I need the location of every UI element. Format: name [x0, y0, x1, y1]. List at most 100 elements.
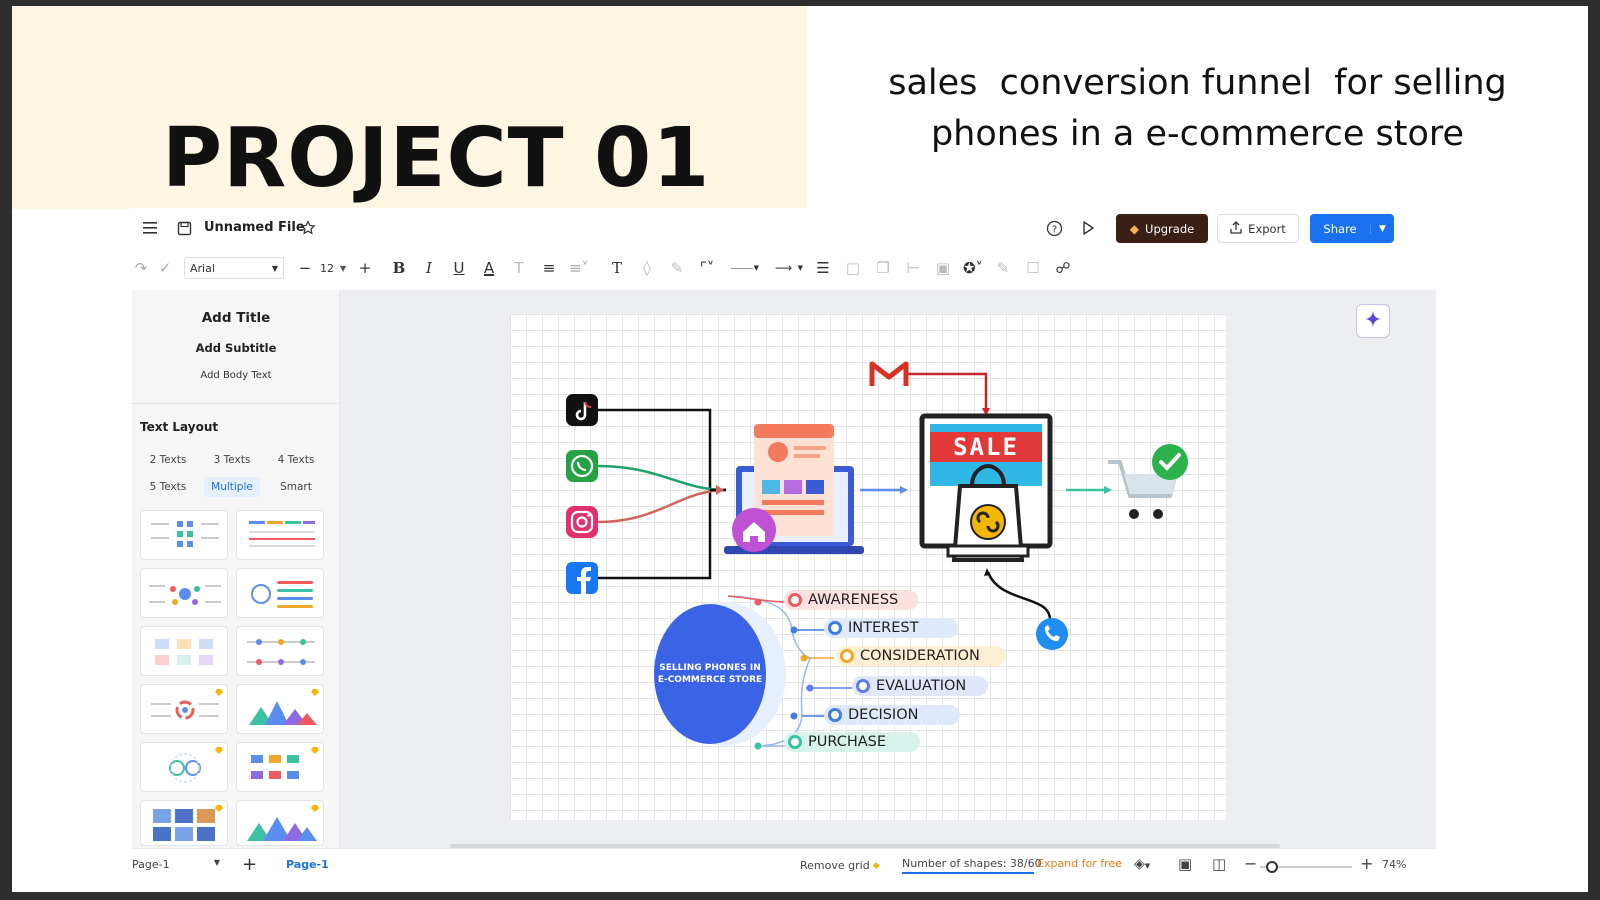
- funnel-stage-purchase[interactable]: PURCHASE: [784, 732, 920, 752]
- subtitle-line-1: sales conversion funnel for selling: [888, 63, 1507, 103]
- map-icon[interactable]: ◫: [1212, 855, 1226, 873]
- zoom-slider[interactable]: [1260, 861, 1352, 873]
- funnel-stage-interest[interactable]: INTEREST: [824, 618, 958, 638]
- line-weight-icon[interactable]: ☰: [808, 253, 838, 283]
- font-color-icon[interactable]: A: [474, 253, 504, 283]
- funnel-stage-decision[interactable]: DECISION: [824, 705, 960, 725]
- lock-icon[interactable]: ☐: [1018, 253, 1048, 283]
- file-name[interactable]: Unnamed File: [204, 220, 305, 235]
- remove-grid-button[interactable]: Remove grid ◆: [800, 859, 880, 872]
- hub-text-line-2: E-COMMERCE STORE: [658, 675, 762, 685]
- template-thumbnail[interactable]: [140, 568, 228, 618]
- template-thumbnail[interactable]: [236, 568, 324, 618]
- edit-icon[interactable]: ✎: [988, 253, 1018, 283]
- align-left-icon[interactable]: ⊢: [898, 253, 928, 283]
- line-color-icon[interactable]: ✎: [662, 253, 692, 283]
- text-tool-icon[interactable]: T: [602, 253, 632, 283]
- size-icon[interactable]: ▣: [928, 253, 958, 283]
- tiktok-icon: [566, 394, 598, 426]
- share-label: Share: [1323, 221, 1357, 236]
- ai-assistant-button[interactable]: [1356, 304, 1390, 338]
- funnel-stage-consideration[interactable]: CONSIDERATION: [836, 646, 1006, 666]
- zoom-level[interactable]: 74%: [1382, 858, 1406, 871]
- chevron-down-icon[interactable]: ▼: [1370, 223, 1394, 234]
- font-size-value[interactable]: 12: [320, 262, 340, 275]
- zoom-slider-handle[interactable]: [1266, 861, 1278, 873]
- line-spacing-icon[interactable]: ≡˅: [564, 253, 594, 283]
- help-icon[interactable]: ?: [1044, 218, 1064, 238]
- stage-label: INTEREST: [848, 620, 919, 636]
- stage-marker-icon: [856, 679, 870, 693]
- website-laptop-icon: [724, 424, 864, 554]
- align-icon[interactable]: ≡: [534, 253, 564, 283]
- template-thumbnail[interactable]: [140, 742, 228, 792]
- add-body-text-button[interactable]: Add Body Text: [132, 370, 340, 381]
- remove-grid-label: Remove grid: [800, 859, 870, 872]
- template-thumbnail[interactable]: [236, 800, 324, 846]
- find-icon[interactable]: ☍: [1048, 253, 1078, 283]
- sparkle-icon: [1364, 310, 1382, 332]
- shape-style-icon[interactable]: ✪˅: [958, 253, 988, 283]
- zoom-out-icon[interactable]: −: [1244, 854, 1257, 873]
- format-toolbar: ↷ ✓ Arial ▼ − 12 ▼ + B I U A T ≡ ≡˅ T ◊ …: [132, 248, 1436, 288]
- chevron-down-icon: ▼: [797, 264, 803, 272]
- chevron-down-icon: ▼: [213, 858, 220, 867]
- template-thumbnail[interactable]: [236, 510, 324, 560]
- star-icon[interactable]: [298, 218, 318, 238]
- chevron-down-icon: ▼: [753, 264, 759, 272]
- save-icon[interactable]: [174, 218, 194, 238]
- bold-icon[interactable]: B: [384, 253, 414, 283]
- template-thumbnail[interactable]: [140, 800, 228, 846]
- layout-4-texts[interactable]: 4 Texts: [268, 450, 324, 470]
- underline-icon[interactable]: U: [444, 253, 474, 283]
- diagram-page[interactable]: SALE SELLING PHONES IN E-COMMERCE STORE …: [510, 314, 1226, 820]
- layout-multiple[interactable]: Multiple: [204, 477, 260, 497]
- phone-call-icon: [1036, 618, 1068, 650]
- format-painter-icon[interactable]: ✓: [150, 253, 180, 283]
- share-button[interactable]: Share ▼: [1310, 214, 1394, 243]
- page-select-value: Page-1: [132, 858, 170, 871]
- funnel-stage-evaluation[interactable]: EVALUATION: [852, 676, 988, 696]
- stage-label: AWARENESS: [808, 592, 899, 608]
- add-page-icon[interactable]: +: [242, 854, 257, 875]
- fit-screen-icon[interactable]: ▣: [1178, 855, 1192, 873]
- layout-smart[interactable]: Smart: [268, 477, 324, 497]
- add-title-button[interactable]: Add Title: [132, 310, 340, 326]
- fill-icon[interactable]: ◊: [632, 253, 662, 283]
- expand-for-free-link[interactable]: Expand for free: [1037, 857, 1122, 870]
- template-thumbnail[interactable]: [236, 742, 324, 792]
- page-select[interactable]: Page-1 ▼: [132, 858, 220, 871]
- font-family-select[interactable]: Arial ▼: [184, 257, 284, 279]
- connector-icon[interactable]: ⌜˅: [692, 253, 722, 283]
- gmail-icon: [869, 361, 909, 386]
- upgrade-button[interactable]: ◆ Upgrade: [1116, 214, 1208, 243]
- hamburger-menu-icon[interactable]: [140, 218, 160, 238]
- template-thumbnail[interactable]: [140, 626, 228, 676]
- arrange-icon[interactable]: ❐: [868, 253, 898, 283]
- increase-font-icon[interactable]: +: [350, 253, 380, 283]
- layout-5-texts[interactable]: 5 Texts: [140, 477, 196, 497]
- italic-icon[interactable]: I: [414, 253, 444, 283]
- redo-icon[interactable]: ↷: [132, 253, 150, 283]
- line-style-select[interactable]: ▼: [726, 257, 764, 279]
- template-thumbnail[interactable]: [236, 684, 324, 734]
- template-thumbnail[interactable]: [140, 510, 228, 560]
- diamond-icon: ◆: [1129, 221, 1140, 236]
- layout-2-texts[interactable]: 2 Texts: [140, 450, 196, 470]
- font-family-value: Arial: [190, 261, 215, 275]
- layers-icon[interactable]: ◈▼: [1134, 856, 1150, 872]
- play-icon[interactable]: [1078, 218, 1098, 238]
- template-thumbnail[interactable]: [140, 684, 228, 734]
- group-icon[interactable]: □: [838, 253, 868, 283]
- page-tab-active[interactable]: Page-1: [286, 858, 329, 871]
- template-thumbnail[interactable]: [236, 626, 324, 676]
- strikethrough-icon[interactable]: T: [504, 253, 534, 283]
- add-subtitle-button[interactable]: Add Subtitle: [132, 341, 340, 355]
- chevron-down-icon[interactable]: ▼: [340, 264, 350, 273]
- decrease-font-icon[interactable]: −: [290, 253, 320, 283]
- layout-3-texts[interactable]: 3 Texts: [204, 450, 260, 470]
- funnel-stage-awareness[interactable]: AWARENESS: [784, 590, 918, 610]
- arrow-style-select[interactable]: ⟶ ▼: [770, 257, 808, 279]
- zoom-in-icon[interactable]: +: [1360, 854, 1373, 873]
- export-button[interactable]: Export: [1217, 214, 1299, 243]
